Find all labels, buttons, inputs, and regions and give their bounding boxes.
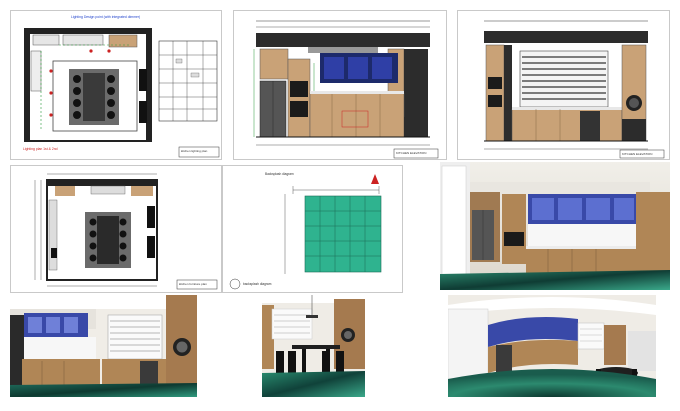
furniture-plan-stamp: kitchen furniture plan [179, 282, 207, 286]
render-kitchen-front [440, 162, 670, 290]
render-panorama [448, 295, 656, 397]
lighting-note-top: Lighting Design point (with integrated d… [71, 15, 141, 19]
render-panorama-image [448, 295, 656, 397]
lighting-stamp: kitchen lighting plan [181, 149, 208, 153]
render-kitchen-front-image [440, 162, 670, 290]
lighting-plan-sheet: Lighting Design point (with integrated d… [10, 10, 222, 160]
kitchen-elevation-b-drawing [484, 20, 665, 159]
lighting-plan-drawing [24, 28, 220, 158]
lighting-note-red: Lighting plan 1st & 2nd [23, 147, 58, 151]
elevation-b-stamp: KITCHEN ELEVATION [622, 152, 653, 156]
backsplash-diagram-drawing [229, 174, 382, 290]
render-kitchen-window-image [10, 295, 197, 397]
backsplash-diagram-sheet: Backsplash diagram backsplash diagram [222, 165, 403, 293]
backsplash-note: Backsplash diagram [265, 172, 294, 176]
furniture-plan-sheet: kitchen furniture plan [10, 165, 222, 293]
kitchen-elevation-a-drawing [253, 20, 439, 159]
elevation-a-stamp: KITCHEN ELEVATION [396, 151, 427, 155]
backsplash-stamp: backsplash diagram [243, 282, 272, 286]
render-dining-table-image [262, 295, 365, 397]
furniture-plan-drawing [34, 173, 218, 290]
render-kitchen-window [10, 295, 197, 397]
render-dining-table [262, 295, 365, 397]
kitchen-elevation-a-sheet: KITCHEN ELEVATION [233, 10, 447, 160]
kitchen-elevation-b-sheet: KITCHEN ELEVATION [457, 10, 670, 160]
north-arrow-icon [371, 174, 379, 184]
